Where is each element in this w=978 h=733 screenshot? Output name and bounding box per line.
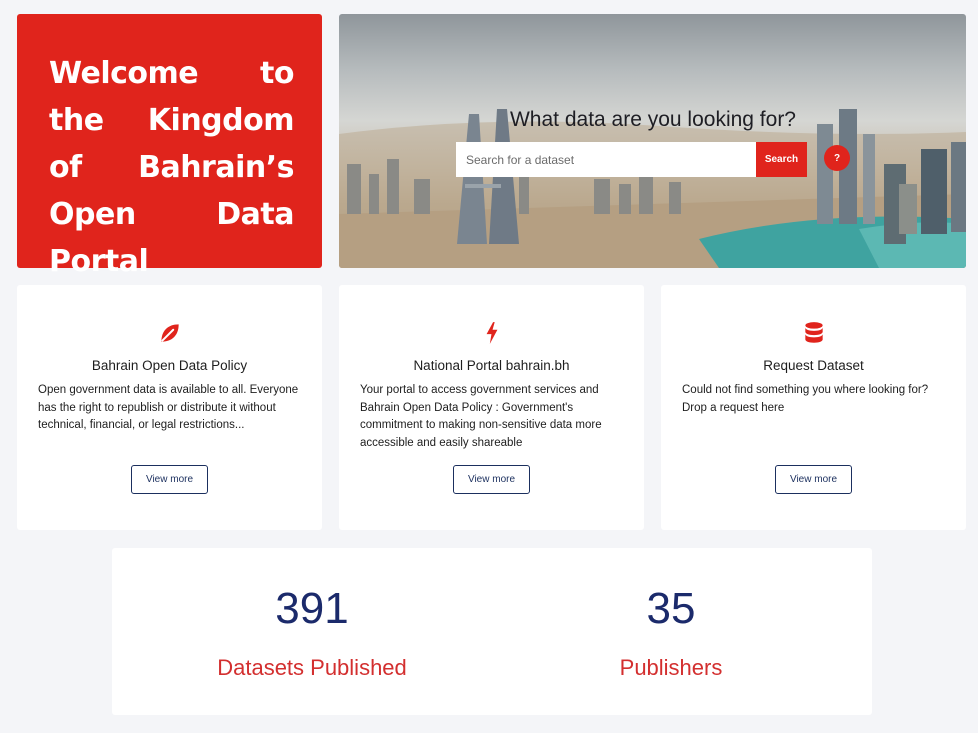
card-title: Request Dataset [763,358,864,373]
database-icon [661,320,966,346]
stats-panel: 391 Datasets Published 35 Publishers [112,548,872,715]
card-description: Could not find something you where looki… [682,384,929,414]
datasets-stat: 391 Datasets Published [162,583,462,681]
search-prompt: What data are you looking for? [509,108,796,131]
card-title: Bahrain Open Data Policy [91,358,248,373]
card-description: Open government data is available to all… [38,384,299,432]
card-description: Your portal to access government service… [360,384,602,450]
search-input[interactable] [456,142,756,177]
city-skyline-image [339,109,966,268]
card-national-portal: National Portal bahrain.bh Your portal t… [339,285,644,530]
publishers-count: 35 [646,584,696,633]
search-bar: Search [456,142,807,177]
welcome-panel: Welcome to the Kingdom of Bahrain’s Open… [17,14,322,279]
hero-banner: What data are you looking for? Search ? [339,14,966,268]
help-button[interactable]: ? [824,145,850,171]
leaf-icon [17,320,322,346]
view-more-button[interactable]: View more [131,465,208,494]
search-button[interactable]: Search [756,142,807,177]
datasets-label: Datasets Published [217,655,407,680]
publishers-label: Publishers [619,655,723,680]
datasets-count: 391 [275,584,349,633]
publishers-stat: 35 Publishers [521,583,821,681]
view-more-button[interactable]: View more [453,465,530,494]
view-more-button[interactable]: View more [775,465,852,494]
lightning-icon [339,320,644,346]
card-request-dataset: Request Dataset Could not find something… [661,285,966,530]
card-title: National Portal bahrain.bh [413,358,570,373]
welcome-title: Welcome to the Kingdom of Bahrain’s Open… [49,56,295,279]
card-open-data-policy: Bahrain Open Data Policy Open government… [17,285,322,530]
